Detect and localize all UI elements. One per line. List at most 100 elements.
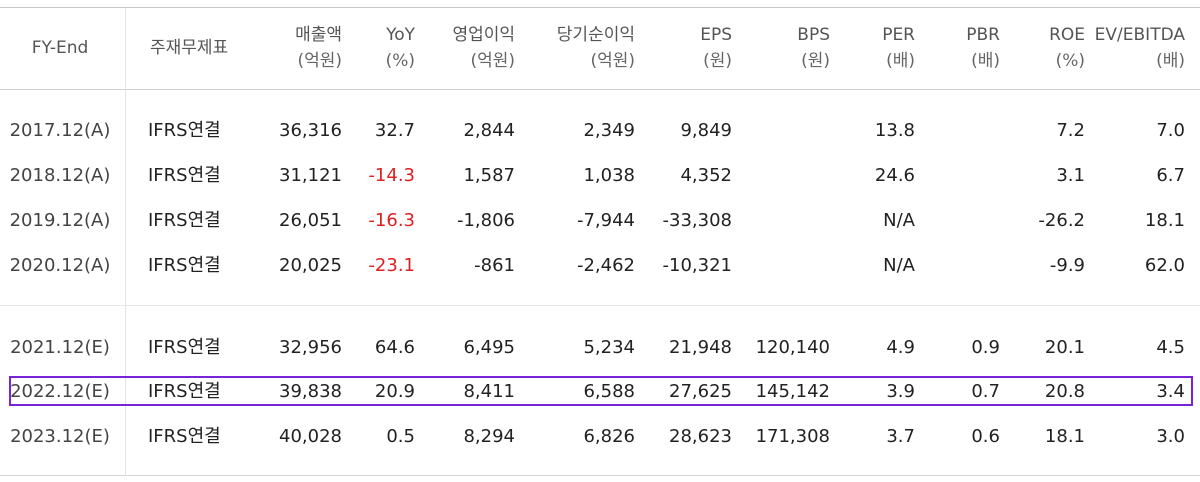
cell-roe: 3.1 [1056, 165, 1085, 186]
cell-fy-end: 2019.12(A) [9, 210, 111, 231]
cell-roe: 20.1 [1044, 337, 1085, 358]
header-operating-income: 영업이익 (억원) [415, 22, 515, 74]
cell-fy-end: 2020.12(A) [9, 255, 111, 276]
header-unit: (%) [1055, 51, 1085, 71]
header-label: YoY [386, 25, 415, 45]
header-label: 주재무제표 [150, 38, 229, 58]
header-ev-ebitda: EV/EBITDA (배) [1085, 22, 1185, 74]
header-label: EPS [700, 25, 732, 45]
cell-net-income: 2,349 [583, 120, 635, 141]
header-unit: (배) [1156, 51, 1185, 71]
cell-roe: 7.2 [1056, 120, 1085, 141]
cell-bps [732, 108, 830, 154]
table-top-border [0, 7, 1200, 8]
header-bps: BPS (원) [732, 22, 830, 74]
cell-pbr [915, 243, 1000, 289]
cell-eps: -10,321 [662, 255, 732, 276]
cell-operating-income: 2,844 [463, 120, 515, 141]
cell-eps: 9,849 [680, 120, 732, 141]
cell-net-income: 5,234 [583, 337, 635, 358]
cell-ev-ebitda: 6.7 [1156, 165, 1185, 186]
cell-revenue: 26,051 [279, 210, 342, 231]
cell-bps [732, 198, 830, 244]
table-row: 2019.12(A) IFRS연결 26,051 -16.3 -1,806 -7,944-… [0, 198, 1200, 244]
cell-bps [732, 153, 830, 199]
cell-operating-income: 1,587 [463, 165, 515, 186]
cell-fy-end: 2018.12(A) [9, 165, 111, 186]
cell-fy-end: 2023.12(E) [10, 426, 110, 447]
cell-yoy: 32.7 [374, 120, 415, 141]
header-revenue: 매출액 (억원) [240, 22, 342, 74]
cell-fy-end: 2017.12(A) [9, 120, 111, 141]
table-row: 2017.12(A) IFRS연결 36,316 32.7 2,844 2,349 9,84… [0, 108, 1200, 154]
cell-net-income: -7,944 [576, 210, 635, 231]
cell-bps: 120,140 [755, 337, 830, 358]
cell-operating-income: -861 [474, 255, 515, 276]
table-bottom-border [0, 475, 1200, 476]
header-label: EV/EBITDA [1094, 25, 1185, 45]
header-label: 당기순이익 [556, 25, 635, 45]
cell-pbr [915, 108, 1000, 154]
cell-revenue: 20,025 [279, 255, 342, 276]
cell-yoy: -14.3 [368, 165, 415, 186]
header-unit: (억원) [297, 51, 342, 71]
header-label: BPS [797, 25, 830, 45]
cell-pbr: 0.6 [971, 426, 1000, 447]
cell-net-income: 6,826 [583, 426, 635, 447]
cell-bps: 171,308 [755, 426, 830, 447]
cell-yoy: 64.6 [374, 337, 415, 358]
table-row: 2020.12(A) IFRS연결 20,025 -23.1 -861 -2,462 -10… [0, 243, 1200, 289]
cell-ev-ebitda: 7.0 [1156, 120, 1185, 141]
cell-eps: 21,948 [669, 337, 732, 358]
cell-per: 3.7 [886, 426, 915, 447]
cell-operating-income: 8,294 [463, 426, 515, 447]
table-row: 2018.12(A) IFRS연결 31,121 -14.3 1,587 1,038 4,3… [0, 153, 1200, 199]
header-label: FY-End [31, 38, 89, 58]
cell-bps [732, 243, 830, 289]
cell-ev-ebitda: 4.5 [1156, 337, 1185, 358]
header-label: PER [882, 25, 915, 45]
header-roe: ROE (%) [1000, 22, 1085, 74]
header-unit: (억원) [590, 51, 635, 71]
group-divider [0, 305, 1200, 306]
cell-eps: -33,308 [662, 210, 732, 231]
cell-net-income: 1,038 [583, 165, 635, 186]
cell-per: N/A [883, 255, 915, 276]
header-per: PER (배) [830, 22, 915, 74]
cell-net-income: -2,462 [576, 255, 635, 276]
header-unit: (원) [703, 51, 732, 71]
header-unit: (배) [971, 51, 1000, 71]
header-label: ROE [1049, 25, 1085, 45]
cell-revenue: 32,956 [279, 337, 342, 358]
header-net-income: 당기순이익 (억원) [515, 22, 635, 74]
cell-ev-ebitda: 3.0 [1156, 426, 1185, 447]
cell-revenue: 40,028 [279, 426, 342, 447]
header-unit: (%) [385, 51, 415, 71]
header-label: 영업이익 [452, 25, 515, 45]
cell-per: 24.6 [874, 165, 915, 186]
cell-revenue: 36,316 [279, 120, 342, 141]
cell-pbr: 0.9 [971, 337, 1000, 358]
cell-operating-income: 6,495 [463, 337, 515, 358]
cell-per: 13.8 [874, 120, 915, 141]
cell-roe: -26.2 [1038, 210, 1085, 231]
cell-per: 4.9 [886, 337, 915, 358]
header-yoy: YoY (%) [350, 22, 415, 74]
header-eps: EPS (원) [640, 22, 732, 74]
cell-pbr [915, 153, 1000, 199]
header-bottom-border [0, 89, 1200, 90]
header-label: 매출액 [295, 25, 342, 45]
header-unit: (배) [886, 51, 915, 71]
cell-roe: -9.9 [1049, 255, 1085, 276]
cell-ev-ebitda: 62.0 [1144, 255, 1185, 276]
cell-revenue: 31,121 [279, 165, 342, 186]
cell-yoy: -23.1 [368, 255, 415, 276]
row-highlight-box [9, 376, 1193, 406]
header-label: PBR [966, 25, 1000, 45]
table-row: 2023.12(E) IFRS연결 40,028 0.5 8,294 6,826 28,62… [0, 414, 1200, 460]
cell-eps: 28,623 [669, 426, 732, 447]
header-pbr: PBR (배) [915, 22, 1000, 74]
cell-per: N/A [883, 210, 915, 231]
cell-ev-ebitda: 18.1 [1144, 210, 1185, 231]
cell-operating-income: -1,806 [456, 210, 515, 231]
